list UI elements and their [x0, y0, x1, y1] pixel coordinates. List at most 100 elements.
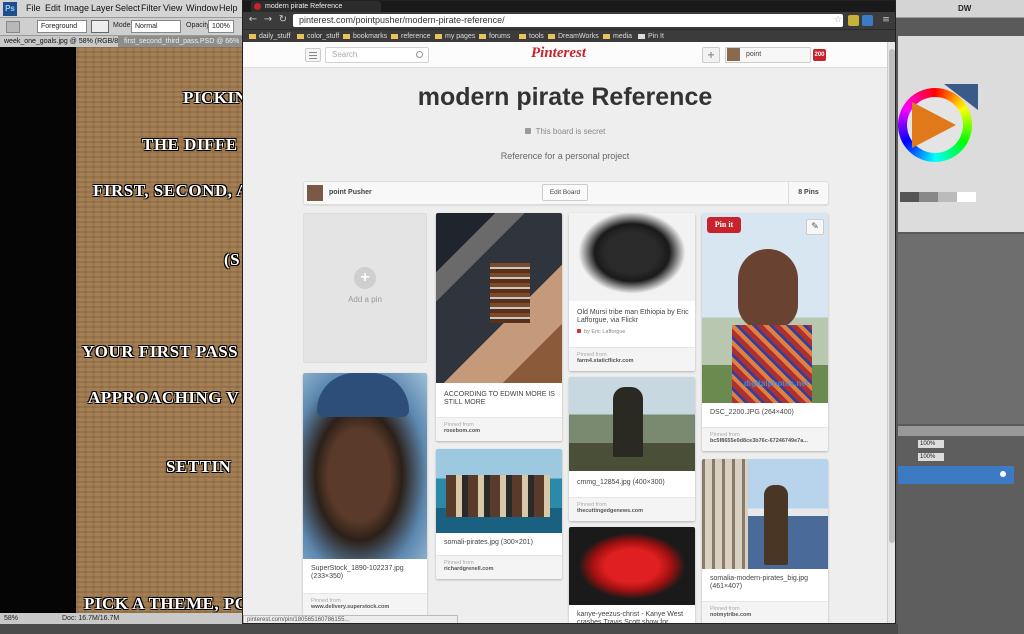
pin-source[interactable]: Pinned from bc5f8655e0d8ce3b76c-67246749e…: [702, 427, 828, 451]
browser-window: modern pirate Reference ← → ↻ pinterest.…: [242, 0, 896, 624]
pin-caption: ACCORDING TO EDWIN MORE IS STILL MORE: [444, 391, 555, 406]
opacity-field[interactable]: 100%: [208, 20, 234, 33]
pin-source[interactable]: Pinned from rosebom.com: [436, 417, 562, 441]
menu-file[interactable]: File: [26, 3, 41, 13]
fill-source-select[interactable]: Foreground: [37, 20, 87, 33]
canvas-text-line: YOUR FIRST PASS: [82, 342, 239, 361]
pin-image[interactable]: [702, 459, 828, 569]
address-bar[interactable]: pinterest.com/pointpusher/modern-pirate-…: [293, 14, 843, 27]
pin-caption: kanye-yeezus-christ - Kanye West crashes…: [577, 611, 684, 624]
bracelets: [490, 263, 530, 323]
ship-railing: [702, 459, 748, 569]
photo-watermark: digitalphotos.net: [744, 379, 809, 388]
browser-tab[interactable]: modern pirate Reference: [251, 1, 381, 12]
pins-count[interactable]: 8 Pins: [788, 182, 828, 204]
menu-edit[interactable]: Edit: [45, 3, 61, 13]
folder-icon: [249, 33, 256, 39]
board-title: modern pirate Reference: [417, 83, 713, 111]
canvas-text-line: PICK A THEME, PO: [84, 594, 249, 613]
folder-icon: [479, 33, 486, 39]
pin-source[interactable]: Pinned from farm4.staticflickr.com: [569, 347, 695, 371]
pin-source[interactable]: Pinned from www.delivery.superstock.com: [303, 593, 427, 617]
owner-name[interactable]: point Pusher: [329, 189, 372, 196]
pin-source[interactable]: Pinned from notmytribe.com: [702, 601, 828, 623]
pin-image[interactable]: [569, 213, 695, 301]
paint-bucket-icon[interactable]: [6, 21, 20, 33]
pin-card[interactable]: somalia-modern-pirates_big.jpg (461×407)…: [702, 459, 828, 623]
pin-source[interactable]: Pinned from thecuttingedgenews.com: [569, 497, 695, 521]
canvas-text-line: APPROACHING V: [88, 388, 240, 407]
back-arrow-icon[interactable]: ←: [246, 13, 260, 27]
pin-card[interactable]: digitalphotos.net DSC_2200.JPG (264×400)…: [702, 213, 828, 451]
menu-layer[interactable]: Layer: [91, 3, 114, 13]
browser-navbar: ← → ↻ pinterest.com/pointpusher/modern-p…: [243, 12, 895, 29]
pin-image[interactable]: [569, 527, 695, 605]
color-triangle[interactable]: [912, 102, 956, 148]
edit-board-button[interactable]: Edit Board: [542, 184, 588, 201]
menu-view[interactable]: View: [163, 3, 182, 13]
pin-source[interactable]: Pinned from richardgrenell.com: [436, 555, 562, 579]
browser-titlebar: modern pirate Reference: [243, 1, 895, 12]
folder-icon: [603, 33, 610, 39]
bookmarks-bar: daily_stuff color_stuff bookmarks refere…: [243, 29, 895, 42]
pin-card[interactable]: SuperStock_1890-102237.jpg (233×350) Pin…: [303, 373, 427, 617]
menu-help[interactable]: Help: [219, 3, 238, 13]
pin-it-button[interactable]: Pin it: [707, 217, 741, 233]
star-icon[interactable]: ☆: [831, 13, 845, 27]
layer-fill-field[interactable]: 100%: [918, 453, 944, 461]
pin-image[interactable]: [436, 449, 562, 533]
pin-image[interactable]: [303, 373, 427, 559]
zoom-level[interactable]: 58%: [4, 613, 18, 624]
notification-badge[interactable]: 200: [813, 49, 826, 61]
pirates-boat: [446, 475, 550, 517]
menu-icon[interactable]: ≡: [879, 13, 893, 27]
search-input[interactable]: Search: [325, 47, 429, 63]
folder-icon: [391, 33, 398, 39]
canvas-text-line: FIRST, SECOND, A: [93, 181, 249, 200]
pin-image[interactable]: digitalphotos.net: [702, 213, 828, 403]
layer-visibility-icon[interactable]: [1000, 471, 1006, 477]
menu-image[interactable]: Image: [64, 3, 89, 13]
folder-icon: [343, 33, 350, 39]
pin-card[interactable]: cmmg_12854.jpg (400×300) Pinned from thec…: [569, 377, 695, 521]
pin-card[interactable]: Old Mursi tribe man Ethiopia by Eric Laf…: [569, 213, 695, 371]
layers-panel-header: [898, 426, 1024, 436]
hamburger-menu-icon[interactable]: [305, 48, 321, 62]
reload-icon[interactable]: ↻: [276, 13, 290, 27]
folder-icon: [435, 33, 442, 39]
pin-image[interactable]: [569, 377, 695, 471]
pin-image[interactable]: [436, 213, 562, 383]
extension-icon[interactable]: [848, 15, 859, 26]
pin-caption: DSC_2200.JPG (264×400): [710, 409, 794, 416]
workspace-switcher[interactable]: DW: [958, 4, 971, 13]
page-icon: [638, 33, 645, 39]
canvas-text-line: THE DIFFE: [142, 135, 238, 154]
search-icon[interactable]: [416, 51, 423, 58]
pinterest-logo[interactable]: Pinterest: [531, 45, 586, 62]
pattern-swatch[interactable]: [91, 20, 109, 33]
layer-row-selected[interactable]: [898, 466, 1014, 484]
menu-filter[interactable]: Filter: [141, 3, 161, 13]
menu-select[interactable]: Select: [115, 3, 140, 13]
layer-opacity-field[interactable]: 100%: [918, 440, 944, 448]
doc-tab-first-second-third[interactable]: first_second_third_pass.PSD @ 66% (Layer…: [120, 36, 242, 47]
doc-tab-week-one[interactable]: week_one_goals.jpg @ 58% (RGB/8): [0, 36, 118, 47]
pin-card[interactable]: somali-pirates.jpg (300×201) Pinned from…: [436, 449, 562, 579]
pin-via: by Eric Lafforgue: [577, 329, 625, 335]
pin-card[interactable]: kanye-yeezus-christ - Kanye West crashes…: [569, 527, 695, 624]
forward-arrow-icon[interactable]: →: [261, 13, 275, 27]
pin-caption: Old Mursi tribe man Ethiopia by Eric Laf…: [577, 309, 689, 324]
mode-select[interactable]: Normal: [131, 20, 181, 33]
menu-window[interactable]: Window: [186, 3, 218, 13]
pin-card[interactable]: ACCORDING TO EDWIN MORE IS STILL MORE Pi…: [436, 213, 562, 441]
scrollbar-thumb[interactable]: [889, 49, 895, 543]
grayscale-swatches[interactable]: [900, 192, 976, 202]
user-avatar: [727, 48, 740, 61]
add-pin-button[interactable]: +: [702, 47, 720, 63]
beanie: [317, 373, 409, 417]
extension-2-icon[interactable]: [862, 15, 873, 26]
canvas-text-line: (S: [224, 250, 241, 269]
edit-pencil-icon[interactable]: ✎: [806, 219, 824, 235]
owner-avatar[interactable]: [307, 185, 323, 201]
photoshop-status-bar: 58% Doc: 16.7M/16.7M: [0, 613, 242, 624]
